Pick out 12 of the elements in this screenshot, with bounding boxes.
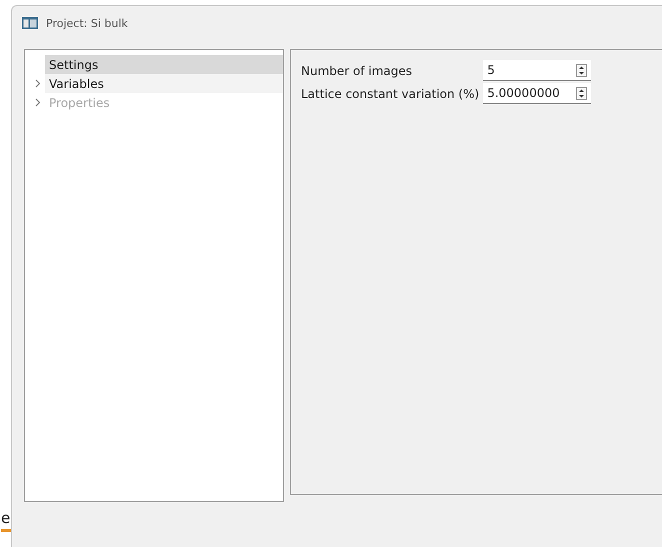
field-label: Lattice constant variation (%): [301, 86, 480, 100]
window-icon: [22, 17, 38, 29]
tree-item-label: Settings: [48, 58, 98, 72]
spin-field[interactable]: 5.00000000: [483, 83, 592, 104]
spin-field[interactable]: 5: [483, 60, 592, 81]
tree-item[interactable]: Settings: [45, 55, 283, 74]
window-title: Project: Si bulk: [46, 16, 128, 30]
spin-arrows-icon[interactable]: [576, 64, 588, 76]
spin-arrows-icon[interactable]: [576, 86, 588, 100]
tree-item-label: Variables: [48, 76, 104, 90]
tree-item-label: Properties: [48, 96, 110, 110]
field-label: Number of images: [301, 64, 414, 78]
